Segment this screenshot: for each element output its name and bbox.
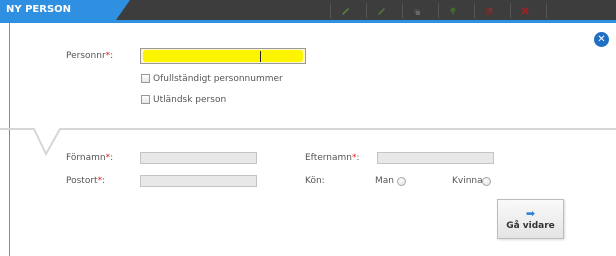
kvinna-radio[interactable] <box>482 177 491 186</box>
colon: : <box>110 51 114 61</box>
pencil-icon <box>341 7 349 15</box>
top-toolbar: NY PERSON <box>0 0 616 20</box>
fornamn-label: Förnamn*: <box>66 153 113 163</box>
colon: : <box>356 153 360 163</box>
text-cursor <box>260 51 261 62</box>
foreign-person-label: Utländsk person <box>153 95 227 105</box>
edit-button-1[interactable] <box>330 3 358 18</box>
close-button[interactable]: ✕ <box>594 32 609 47</box>
toolbar-button-extra[interactable] <box>546 3 574 18</box>
man-radio[interactable] <box>397 177 406 186</box>
kvinna-label: Kvinna <box>452 176 483 186</box>
arrow-right-icon: ➡ <box>525 206 536 220</box>
foreign-person-checkbox[interactable] <box>141 95 150 104</box>
close-icon: ✕ <box>597 34 606 45</box>
copy-icon <box>413 8 420 15</box>
delete-icon <box>520 6 529 15</box>
fornamn-label-text: Förnamn <box>66 153 106 163</box>
man-label: Man <box>375 176 394 186</box>
efternamn-label-text: Efternamn <box>305 153 352 163</box>
delete-button[interactable] <box>510 3 538 18</box>
personnr-label: Personnr*: <box>66 51 113 61</box>
continue-button[interactable]: ➡ Gå vidare <box>497 199 564 239</box>
personnr-input[interactable] <box>140 48 306 64</box>
efternamn-label: Efternamn*: <box>305 153 360 163</box>
pin-icon <box>450 7 455 15</box>
postort-field[interactable] <box>140 175 257 187</box>
people-button[interactable] <box>474 3 502 18</box>
kon-label: Kön: <box>305 176 325 186</box>
edit-button-2[interactable] <box>366 3 394 18</box>
text-highlight <box>143 50 303 62</box>
postort-label-text: Postort <box>66 176 98 186</box>
incomplete-pnr-label: Ofullständigt personnummer <box>153 74 283 84</box>
tab-title: NY PERSON <box>6 4 72 15</box>
pin-button[interactable] <box>438 3 466 18</box>
incomplete-pnr-checkbox[interactable] <box>141 74 150 83</box>
people-icon <box>485 7 492 14</box>
copy-button[interactable] <box>402 3 430 18</box>
pencil-icon <box>377 7 385 15</box>
efternamn-field[interactable] <box>377 152 494 164</box>
personnr-label-text: Personnr <box>66 51 106 61</box>
colon: : <box>102 176 106 186</box>
continue-button-label: Gå vidare <box>506 220 555 231</box>
fornamn-field[interactable] <box>140 152 257 164</box>
header-underline <box>0 20 616 23</box>
tab-ny-person[interactable]: NY PERSON <box>0 0 130 20</box>
colon: : <box>110 153 114 163</box>
postort-label: Postort*: <box>66 176 105 186</box>
